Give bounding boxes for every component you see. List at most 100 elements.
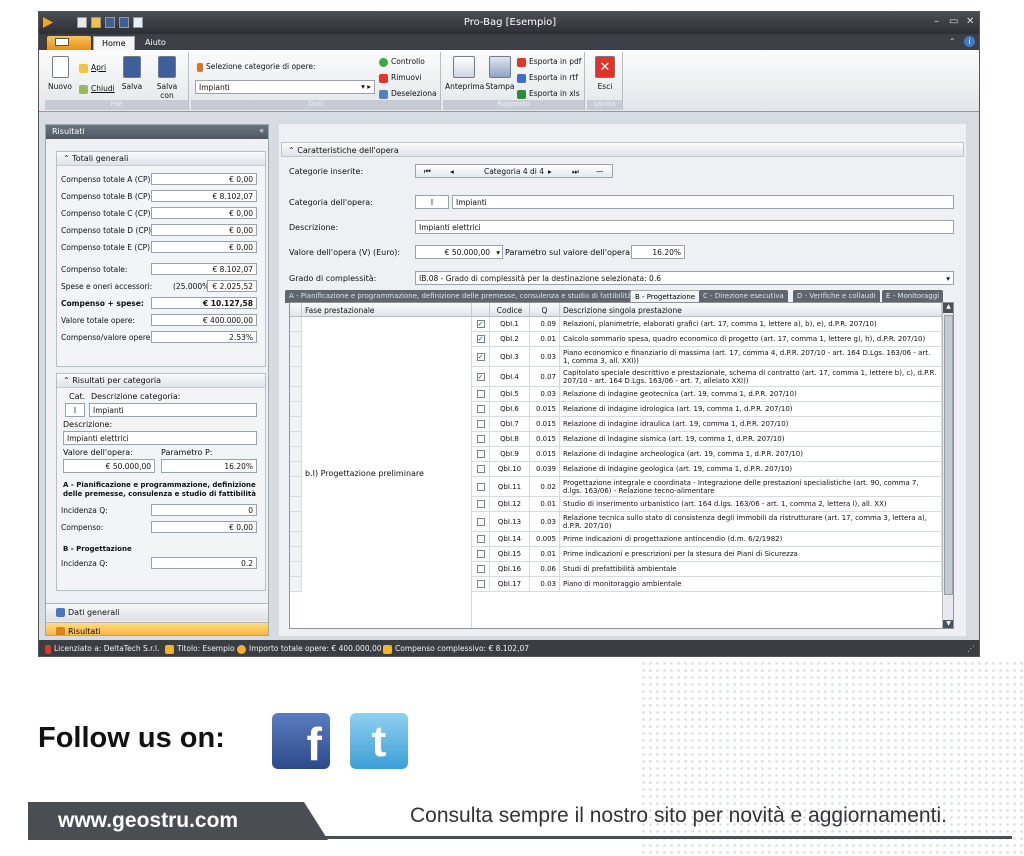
scroll-down-icon[interactable]: ▼ <box>943 620 953 628</box>
last-record-icon[interactable]: ⏭ <box>572 167 579 177</box>
close-button[interactable]: ✕ <box>966 16 974 27</box>
valore-opera-spinner[interactable]: € 50.000,00 ▾ <box>415 245 503 259</box>
caratteristiche-header[interactable]: ⌃ Caratteristiche dell'opera <box>281 142 964 157</box>
check-cell[interactable] <box>472 387 490 401</box>
grid-vertical-scrollbar[interactable]: ▲ ▼ <box>942 303 953 628</box>
anteprima-button[interactable]: Anteprima <box>445 56 484 91</box>
salva-button[interactable]: Salva <box>119 56 145 91</box>
deseleziona-button[interactable]: Deseleziona <box>379 87 437 100</box>
row-checkbox[interactable] <box>476 580 485 588</box>
apri-button[interactable]: Apri <box>79 61 106 74</box>
row-checkbox[interactable] <box>476 535 485 543</box>
row-checkbox[interactable] <box>476 435 485 443</box>
scroll-up-icon[interactable]: ▲ <box>943 303 953 313</box>
stampa-button[interactable]: Stampa <box>485 56 515 91</box>
collapse-panel-icon[interactable]: « <box>259 126 264 135</box>
maximize-button[interactable]: ▭ <box>949 16 958 27</box>
grado-complessita-select[interactable]: IB.08 - Grado di complessità per la dest… <box>415 271 954 285</box>
tab-aiuto[interactable]: Aiuto <box>137 36 174 50</box>
row-indicator[interactable] <box>290 387 302 401</box>
check-cell[interactable] <box>472 577 490 591</box>
facebook-icon[interactable]: f <box>272 713 330 769</box>
row-checkbox[interactable] <box>476 450 485 458</box>
first-record-icon[interactable]: ⏮ <box>424 167 431 177</box>
row-indicator[interactable] <box>290 577 302 591</box>
row-checkbox[interactable] <box>476 565 485 573</box>
file-menu-button[interactable] <box>47 36 91 51</box>
esporta-rtf-button[interactable]: Esporta in rtf <box>517 71 578 84</box>
check-cell[interactable]: ✓ <box>472 317 490 331</box>
esporta-xls-button[interactable]: Esporta in xls <box>517 87 580 100</box>
row-indicator[interactable] <box>290 532 302 546</box>
delete-record-icon[interactable]: — <box>596 167 604 176</box>
help-icon[interactable]: i <box>964 36 975 47</box>
check-cell[interactable]: ✓ <box>472 367 490 386</box>
row-indicator[interactable] <box>290 462 302 476</box>
check-cell[interactable] <box>472 562 490 576</box>
row-indicator[interactable] <box>290 367 302 386</box>
esporta-pdf-button[interactable]: Esporta in pdf <box>517 55 581 68</box>
row-indicator[interactable] <box>290 347 302 366</box>
row-indicator[interactable] <box>290 512 302 531</box>
row-checkbox[interactable] <box>476 465 485 473</box>
check-cell[interactable] <box>472 432 490 446</box>
totali-generali-header[interactable]: ⌃ Totali generali <box>57 152 265 166</box>
website-link[interactable]: www.geostru.com <box>58 809 238 833</box>
row-checkbox[interactable] <box>476 390 485 398</box>
row-checkbox[interactable] <box>476 500 485 508</box>
categoria-navigator[interactable]: ⏮ ◂ Categoria 4 di 4 ▸ ⏭ — <box>415 164 613 178</box>
prev-record-icon[interactable]: ◂ <box>450 167 454 176</box>
check-cell[interactable] <box>472 547 490 561</box>
check-cell[interactable] <box>472 477 490 496</box>
nuovo-button[interactable]: Nuovo <box>47 56 73 91</box>
descrizione-main-field[interactable]: Impianti elettrici <box>415 220 954 234</box>
row-checkbox[interactable] <box>476 550 485 558</box>
row-indicator[interactable] <box>290 417 302 431</box>
row-indicator[interactable] <box>290 497 302 511</box>
rimuovi-button[interactable]: Rimuovi <box>379 71 421 84</box>
minimize-button[interactable]: – <box>934 16 939 27</box>
chiudi-button[interactable]: Chiudi <box>79 82 115 95</box>
check-cell[interactable] <box>472 462 490 476</box>
resize-grip-icon[interactable]: ⋰ <box>967 644 975 653</box>
next-record-icon[interactable]: ▸ <box>548 167 552 176</box>
risultati-categoria-header[interactable]: ⌃ Risultati per categoria <box>57 374 265 388</box>
row-indicator[interactable] <box>290 432 302 446</box>
selezione-categorie-select[interactable]: Impianti ▾ ▸ <box>195 80 375 94</box>
row-checkbox[interactable] <box>476 405 485 413</box>
row-checkbox[interactable] <box>476 517 485 526</box>
row-checkbox[interactable] <box>476 420 485 428</box>
row-checkbox[interactable]: ✓ <box>476 372 485 381</box>
scroll-thumb[interactable] <box>944 315 953 595</box>
check-cell[interactable]: ✓ <box>472 347 490 366</box>
check-cell[interactable] <box>472 447 490 461</box>
tab-home[interactable]: Home <box>93 36 135 50</box>
check-cell[interactable]: ✓ <box>472 332 490 346</box>
check-cell[interactable] <box>472 532 490 546</box>
row-checkbox[interactable]: ✓ <box>476 335 485 343</box>
row-indicator[interactable] <box>290 402 302 416</box>
check-cell[interactable] <box>472 402 490 416</box>
categoria-code-field[interactable]: I <box>415 195 449 209</box>
row-indicator[interactable] <box>290 332 302 346</box>
row-checkbox[interactable]: ✓ <box>476 352 485 361</box>
row-indicator[interactable] <box>290 562 302 576</box>
row-indicator[interactable] <box>290 447 302 461</box>
col-fase-header[interactable]: Fase prestazionale <box>302 303 472 317</box>
controllo-button[interactable]: Controllo <box>379 55 425 68</box>
row-indicator[interactable] <box>290 317 302 331</box>
row-checkbox[interactable] <box>476 482 485 491</box>
col-codice-header[interactable]: Codice <box>490 303 530 317</box>
esci-button[interactable]: ✕ Esci <box>591 56 619 91</box>
nav-dati-generali[interactable]: Dati generali <box>46 603 268 621</box>
twitter-icon[interactable]: t <box>350 713 408 769</box>
categoria-name-field[interactable]: Impianti <box>452 195 954 209</box>
check-cell[interactable] <box>472 497 490 511</box>
row-checkbox[interactable]: ✓ <box>476 320 485 328</box>
check-cell[interactable] <box>472 512 490 531</box>
row-indicator[interactable] <box>290 547 302 561</box>
check-cell[interactable] <box>472 417 490 431</box>
ribbon-collapse-icon[interactable]: ⌃ <box>949 37 956 46</box>
col-q-header[interactable]: Q <box>530 303 560 317</box>
nav-risultati[interactable]: Risultati <box>46 622 268 635</box>
